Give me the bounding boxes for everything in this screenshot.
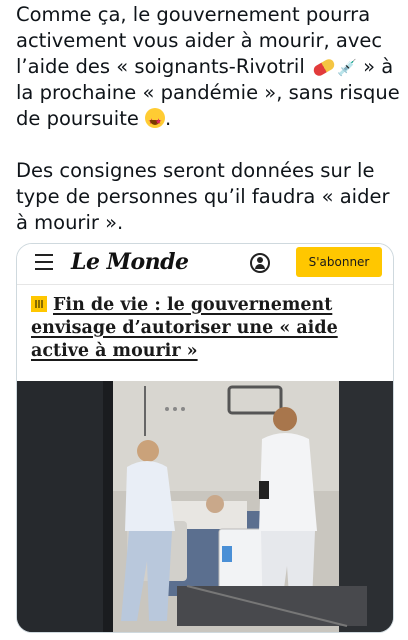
hospital-room-photo[interactable] (17, 381, 393, 632)
link-preview-card[interactable]: Le Monde S'abonner Fin de vie : le gouve… (16, 243, 394, 633)
pill-emoji-icon (311, 57, 337, 78)
tweet-paragraph-1: Comme ça, le gouvernement pourra activem… (16, 2, 400, 135)
lemonde-logo[interactable]: Le Monde (71, 249, 189, 275)
tweet-text-part-3: . (165, 107, 172, 130)
tweet-text: Comme ça, le gouvernement pourra activem… (16, 2, 400, 236)
tweet-paragraph-2: Des consignes seront données sur le type… (16, 159, 390, 234)
lemonde-header: Le Monde S'abonner (17, 244, 393, 285)
hamburger-menu-icon[interactable] (35, 254, 53, 270)
star-struck-emoji-icon (145, 108, 166, 135)
subscribe-button[interactable]: S'abonner (296, 247, 382, 277)
article-headline[interactable]: Fin de vie : le gouvernement envisage d’… (31, 294, 381, 363)
premium-article-icon (31, 296, 47, 312)
account-icon[interactable] (250, 253, 270, 273)
article-headline-text[interactable]: Fin de vie : le gouvernement envisage d’… (31, 295, 338, 361)
syringe-emoji-icon: 💉 (336, 58, 357, 77)
